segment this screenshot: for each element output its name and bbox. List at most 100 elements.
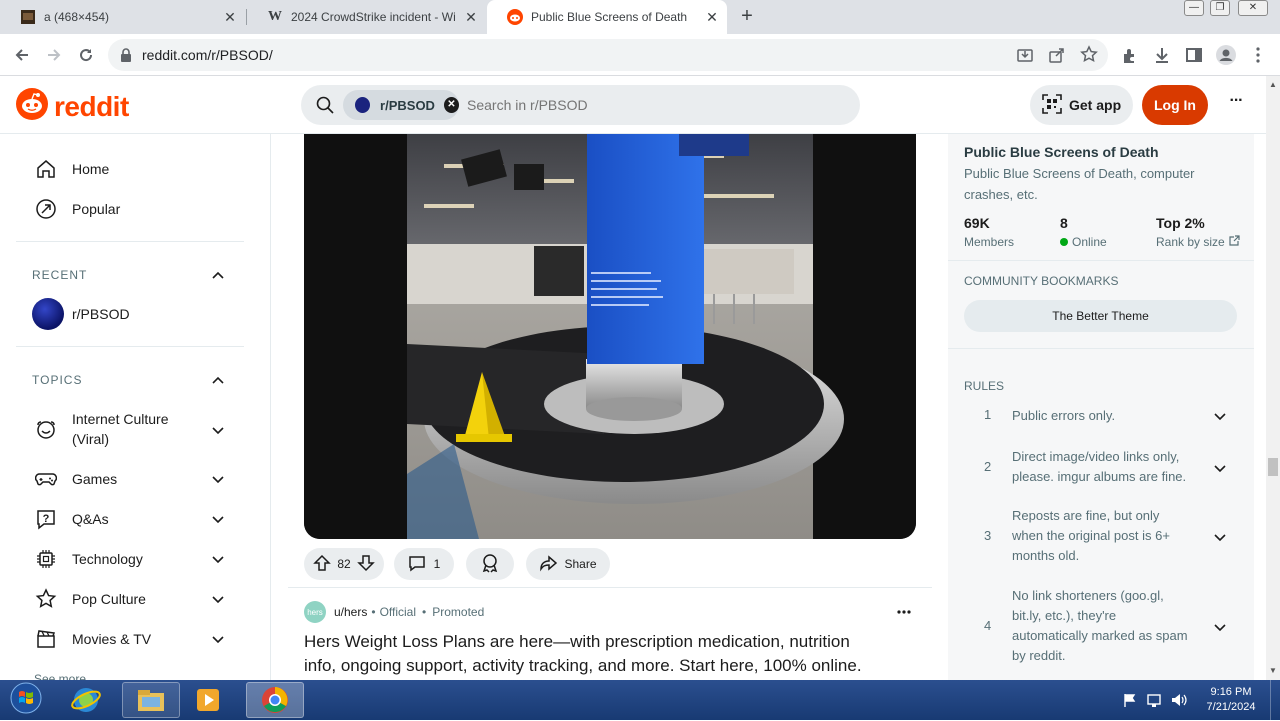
scroll-down-icon[interactable]: ▼ [1269, 666, 1277, 675]
topic-games[interactable]: Games [34, 467, 117, 491]
close-tab-icon[interactable]: ✕ [462, 8, 480, 26]
install-app-icon[interactable] [1016, 46, 1034, 69]
chevron-down-icon[interactable] [210, 591, 226, 607]
bookmark-button[interactable]: The Better Theme [964, 300, 1237, 332]
online-dot-icon [1060, 238, 1068, 246]
see-more-link[interactable]: See more [34, 672, 86, 680]
topics-section-label: TOPICS [32, 373, 83, 387]
extensions-icon[interactable] [1117, 42, 1143, 68]
downvote-icon[interactable] [356, 554, 375, 575]
airport-baggage-claim-photo [304, 134, 916, 539]
star-icon [34, 587, 58, 611]
chevron-down-icon[interactable] [210, 422, 226, 438]
tab-wikipedia[interactable]: W 2024 CrowdStrike incident - Wi ✕ [247, 0, 486, 34]
community-avatar [355, 97, 371, 113]
topic-technology[interactable]: Technology [34, 547, 143, 571]
chevron-up-icon[interactable] [210, 372, 226, 388]
community-filter-chip[interactable]: r/PBSOD ✕ [343, 90, 459, 120]
chevron-down-icon[interactable] [1212, 460, 1228, 476]
close-tab-icon[interactable]: ✕ [221, 8, 239, 26]
advertiser-avatar[interactable]: hers [304, 601, 326, 623]
reddit-logo[interactable]: reddit [16, 88, 129, 125]
chevron-down-icon[interactable] [210, 511, 226, 527]
show-desktop-button[interactable] [1270, 680, 1280, 720]
tab-image[interactable]: a (468×454) ✕ [0, 0, 245, 34]
side-panel-icon[interactable] [1181, 42, 1207, 68]
search-bar[interactable]: r/PBSOD ✕ [301, 85, 860, 125]
topic-pop-culture[interactable]: Pop Culture [34, 587, 146, 611]
remove-filter-icon[interactable]: ✕ [443, 97, 459, 113]
close-window-icon[interactable]: ✕ [1238, 0, 1268, 16]
volume-icon[interactable] [1170, 692, 1188, 708]
chevron-down-icon[interactable] [1212, 529, 1228, 545]
rule-item[interactable]: 4 No link shorteners (goo.gl, bit.ly, etc.… [964, 586, 1244, 668]
post-image[interactable] [304, 134, 916, 539]
chevron-down-icon[interactable] [210, 551, 226, 567]
rule-text-line: automatically marked as spam [1012, 628, 1188, 643]
login-button[interactable]: Log In [1142, 85, 1208, 125]
rule-item[interactable]: 3 Reposts are fine, but only when the orig… [964, 506, 1244, 568]
browser-menu-icon[interactable] [1245, 42, 1271, 68]
more-options-icon[interactable]: ··· [1222, 92, 1250, 116]
award-button[interactable] [466, 548, 514, 580]
rule-text: Reposts are fine, but only when the origi… [1012, 506, 1212, 566]
chevron-down-icon[interactable] [1212, 408, 1228, 424]
share-page-icon[interactable] [1048, 46, 1066, 69]
topic-qas[interactable]: ? Q&As [34, 507, 109, 531]
search-input[interactable] [467, 94, 827, 116]
chevron-down-icon[interactable] [1212, 619, 1228, 635]
nav-popular[interactable]: Popular [34, 197, 120, 221]
action-center-flag-icon[interactable] [1122, 692, 1138, 708]
file-explorer-icon[interactable] [122, 682, 180, 718]
clock[interactable]: 9:16 PM 7/21/2024 [1196, 685, 1266, 715]
network-icon[interactable] [1146, 692, 1164, 708]
rule-item[interactable]: 1 Public errors only. [964, 406, 1244, 426]
popular-icon [34, 197, 58, 221]
topic-internet-culture[interactable]: Internet Culture (Viral) [34, 409, 169, 449]
reload-icon[interactable] [73, 42, 99, 68]
close-tab-icon[interactable]: ✕ [703, 8, 721, 26]
address-bar[interactable]: reddit.com/r/PBSOD/ [108, 39, 1108, 71]
get-app-button[interactable]: Get app [1030, 85, 1133, 125]
description-line: crashes, etc. [964, 187, 1038, 202]
downloads-icon[interactable] [1149, 42, 1175, 68]
rule-text-line: No link shorteners (goo.gl, [1012, 588, 1164, 603]
forward-icon[interactable] [41, 42, 67, 68]
recent-community-item[interactable]: r/PBSOD [32, 298, 130, 330]
media-player-icon[interactable] [192, 684, 228, 716]
topic-label: Q&As [72, 511, 109, 527]
external-link-icon [1229, 235, 1240, 249]
comments-button[interactable]: 1 [394, 548, 454, 580]
tab-reddit-active[interactable]: Public Blue Screens of Death ✕ [487, 0, 727, 34]
upvote-icon[interactable] [313, 554, 332, 575]
chevron-down-icon[interactable] [210, 471, 226, 487]
chrome-taskbar-icon[interactable] [246, 682, 304, 718]
share-button[interactable]: Share [526, 548, 610, 580]
internet-explorer-icon[interactable] [70, 684, 106, 716]
scrollbar-thumb[interactable] [1268, 458, 1278, 476]
advertiser-name[interactable]: u/hers [334, 605, 367, 619]
back-icon[interactable] [9, 42, 35, 68]
rule-text-line: Reposts are fine, but only [1012, 508, 1160, 523]
chevron-down-icon[interactable] [210, 631, 226, 647]
rule-item[interactable]: 2 Direct image/video links only, please. i… [964, 447, 1244, 489]
chevron-up-icon[interactable] [210, 267, 226, 283]
award-icon [480, 553, 500, 576]
new-tab-button[interactable]: + [736, 6, 758, 28]
topic-label: Internet Culture (Viral) [72, 409, 169, 449]
restore-icon[interactable]: ❐ [1210, 0, 1230, 16]
topic-movies-tv[interactable]: Movies & TV [34, 627, 151, 651]
rank-stat[interactable]: Top 2% Rank by size [1156, 215, 1240, 249]
bookmark-star-icon[interactable] [1080, 45, 1098, 68]
minimize-icon[interactable]: — [1184, 0, 1204, 16]
nav-home[interactable]: Home [34, 157, 109, 181]
svg-text:?: ? [43, 513, 50, 525]
community-description: Public Blue Screens of Death, computer c… [964, 163, 1244, 205]
page-scrollbar[interactable]: ▲ ▼ [1266, 76, 1280, 680]
nav-popular-label: Popular [72, 201, 121, 217]
promoted-post-title[interactable]: Hers Weight Loss Plans are here—with pre… [304, 630, 934, 678]
profile-icon[interactable] [1213, 42, 1239, 68]
scroll-up-icon[interactable]: ▲ [1269, 80, 1277, 89]
post-overflow-icon[interactable] [896, 604, 916, 620]
start-button[interactable] [6, 682, 46, 718]
